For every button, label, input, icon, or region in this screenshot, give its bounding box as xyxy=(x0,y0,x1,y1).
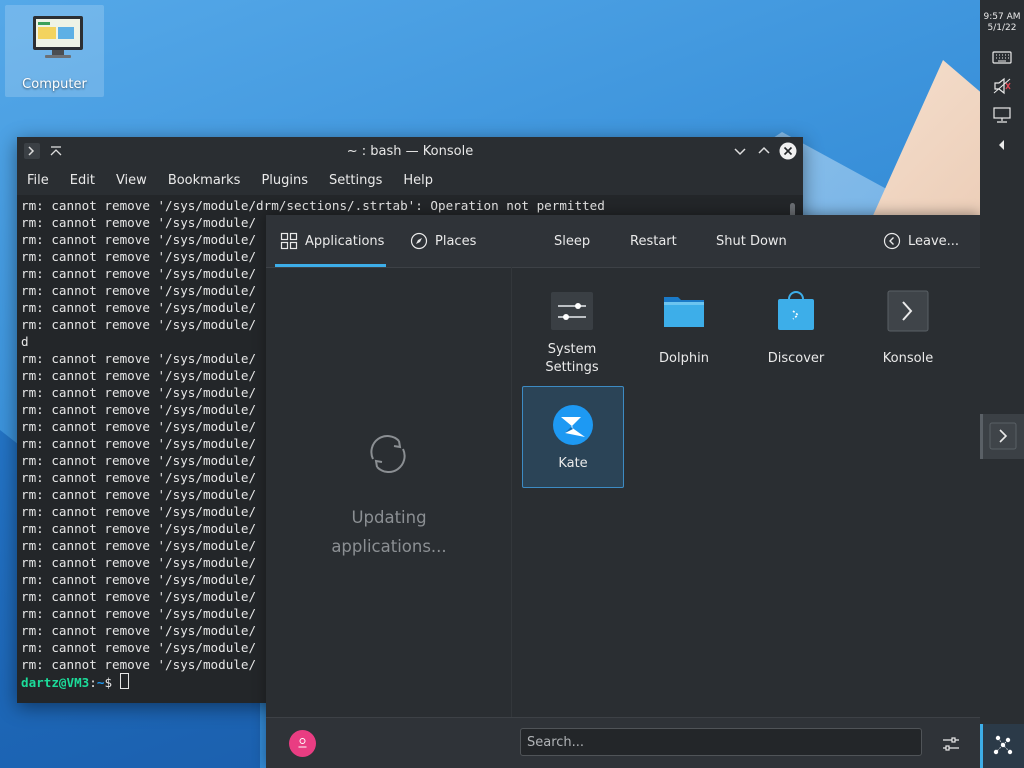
folder-icon xyxy=(664,297,704,327)
tab-places-label: Places xyxy=(435,234,477,249)
desktop-icon-computer[interactable]: Computer xyxy=(5,5,104,97)
menu-file[interactable]: File xyxy=(27,173,49,188)
menu-plugins[interactable]: Plugins xyxy=(261,173,308,188)
tab-applications-label: Applications xyxy=(305,234,385,249)
volume-muted-icon[interactable] xyxy=(992,77,1012,95)
app-label: Kate xyxy=(558,456,588,471)
grid-icon xyxy=(280,232,298,250)
computer-icon xyxy=(33,16,83,58)
sleep-button[interactable]: Sleep xyxy=(554,234,590,249)
application-launcher: Applications Places Sleep Restart Shut D… xyxy=(266,215,980,768)
launcher-icon xyxy=(993,735,1013,755)
app-label: System Settings xyxy=(545,342,599,375)
desktop-icon-label: Computer xyxy=(22,77,87,92)
kate-icon xyxy=(553,405,593,445)
desktop: Computer ~ : bash — Konsole File Edit Vi… xyxy=(0,0,1024,768)
close-icon[interactable] xyxy=(779,142,797,160)
active-tab-indicator xyxy=(275,264,386,267)
app-label: Discover xyxy=(767,351,825,366)
terminal-cursor xyxy=(119,673,129,689)
window-title: ~ : bash — Konsole xyxy=(346,144,474,159)
compass-icon xyxy=(410,232,428,250)
menu-bookmarks[interactable]: Bookmarks xyxy=(168,173,241,188)
application-launcher-button[interactable] xyxy=(980,724,1024,768)
launcher-header: Applications Places Sleep Restart Shut D… xyxy=(266,215,980,268)
system-settings-icon xyxy=(551,292,593,330)
busy-indicator-icon xyxy=(370,435,406,473)
app-kate[interactable]: Kate xyxy=(522,386,624,488)
menu-settings[interactable]: Settings xyxy=(329,173,382,188)
menu-view[interactable]: View xyxy=(116,173,147,188)
search-input[interactable] xyxy=(520,728,922,756)
app-discover[interactable]: Discover xyxy=(746,275,846,375)
shutdown-button[interactable]: Shut Down xyxy=(716,234,787,249)
shopping-bag-icon xyxy=(778,291,814,330)
konsole-icon xyxy=(989,422,1017,450)
app-label: Konsole xyxy=(882,351,934,366)
status-text: Updating applications... xyxy=(331,508,447,556)
restart-button[interactable]: Restart xyxy=(630,234,677,249)
app-dolphin[interactable]: Dolphin xyxy=(634,275,734,375)
menu-help[interactable]: Help xyxy=(403,173,433,188)
app-system-settings[interactable]: System Settings xyxy=(522,275,622,375)
user-icon xyxy=(298,738,307,748)
app-konsole[interactable]: Konsole xyxy=(858,275,958,375)
taskbar-konsole[interactable] xyxy=(980,414,1024,459)
clock-date[interactable]: 5/1/22 xyxy=(980,23,1024,33)
prompt-user: dartz@VM3 xyxy=(21,675,90,690)
app-label: Dolphin xyxy=(659,351,709,366)
leave-label: Leave... xyxy=(908,234,960,249)
minimize-icon[interactable] xyxy=(731,142,749,160)
maximize-icon[interactable] xyxy=(755,142,773,160)
user-avatar[interactable] xyxy=(289,730,316,757)
prompt-separator: : xyxy=(89,675,97,690)
tray-expand-icon[interactable] xyxy=(992,136,1012,154)
window-titlebar[interactable]: ~ : bash — Konsole xyxy=(17,137,803,165)
menubar: File Edit View Bookmarks Plugins Setting… xyxy=(17,165,803,195)
prompt-symbol: $ xyxy=(104,675,120,690)
panel: 9:57 AM 5/1/22 xyxy=(980,0,1024,768)
launcher-footer xyxy=(266,717,980,768)
menu-edit[interactable]: Edit xyxy=(70,173,95,188)
konsole-icon xyxy=(887,290,929,332)
network-icon[interactable] xyxy=(992,106,1012,124)
clock-time[interactable]: 9:57 AM xyxy=(980,12,1024,22)
leave-icon xyxy=(883,232,901,250)
terminal-line: rm: cannot remove '/sys/module/drm/secti… xyxy=(21,198,605,213)
keyboard-icon[interactable] xyxy=(992,48,1012,66)
sidebar-divider xyxy=(511,267,512,717)
configure-icon[interactable] xyxy=(941,734,961,754)
